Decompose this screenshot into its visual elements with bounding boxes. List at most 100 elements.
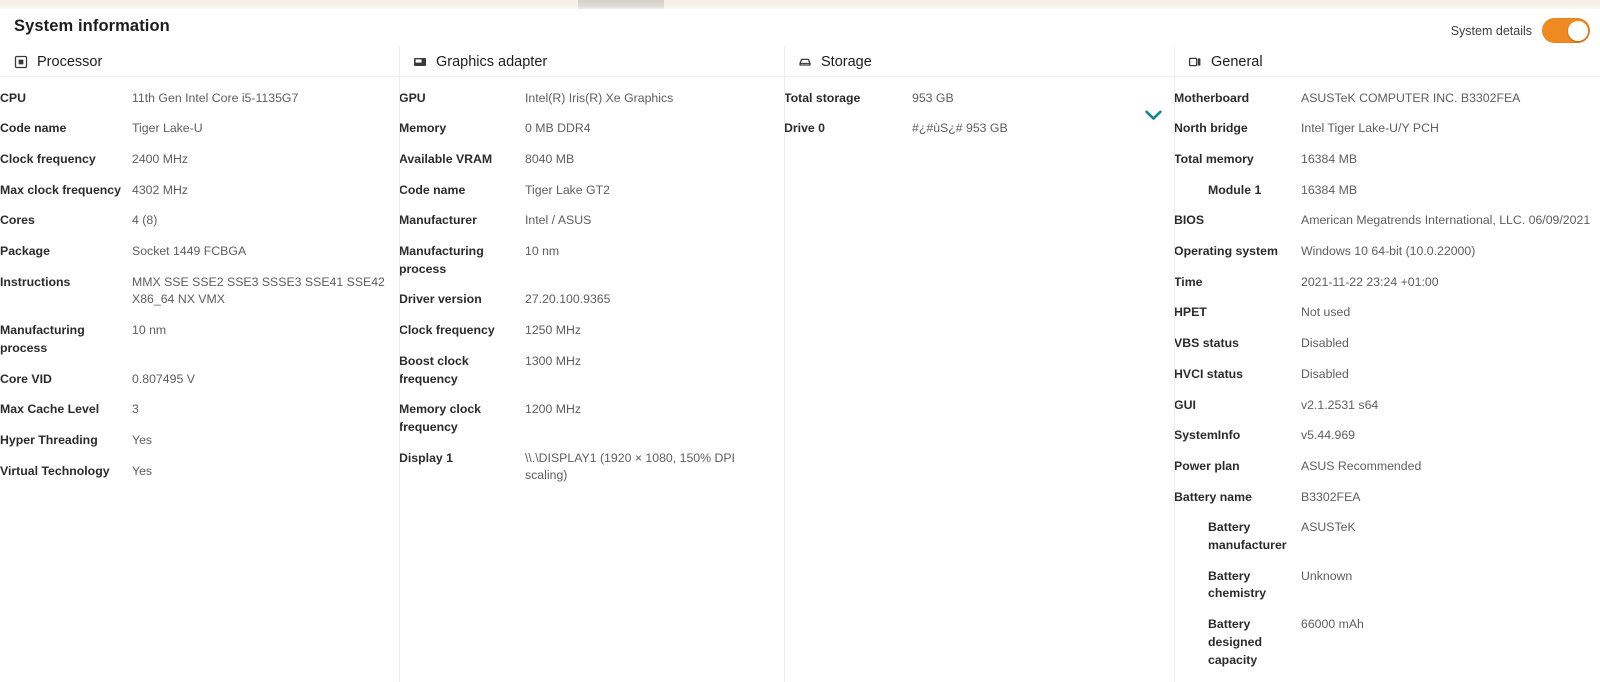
row-key: North bridge	[1174, 121, 1248, 136]
system-details-control[interactable]: System details	[1451, 18, 1590, 43]
row-value: 66000 mAh	[1301, 617, 1364, 632]
row-key: Core VID	[0, 371, 52, 386]
row-key: Operating system	[1174, 244, 1278, 259]
row-key: Driver version	[399, 292, 482, 307]
row-value: 10 nm	[525, 244, 560, 259]
row-value: Disabled	[1301, 366, 1349, 381]
row-value: Intel / ASUS	[525, 213, 592, 228]
table-row: Package Socket 1449 FCBGA	[0, 237, 399, 268]
row-value: Tiger Lake-U	[132, 121, 203, 136]
row-key: Power plan	[1174, 458, 1240, 473]
row-key: Instructions	[0, 274, 71, 289]
sections-container: Processor CPU 11th Gen Intel Core i5-1135…	[0, 47, 1600, 682]
table-row: CPU 11th Gen Intel Core i5-1135G7	[0, 83, 399, 114]
section-title: Storage	[821, 53, 872, 70]
table-row: Available VRAM 8040 MB	[399, 144, 784, 175]
row-key: CPU	[0, 90, 26, 105]
table-row: North bridge Intel Tiger Lake-U/Y PCH	[1174, 114, 1600, 145]
table-row: Cores 4 (8)	[0, 206, 399, 237]
row-key: Display 1	[399, 450, 453, 465]
row-value: 1300 MHz	[525, 353, 582, 368]
window-frame-strip	[0, 0, 1600, 9]
row-key: Cores	[0, 213, 35, 228]
table-row: SystemInfo v5.44.969	[1174, 421, 1600, 452]
row-key: SystemInfo	[1174, 428, 1241, 443]
row-key: Battery designed capacity	[1208, 617, 1262, 667]
row-key: Available VRAM	[399, 151, 493, 166]
general-rows: Motherboard ASUSTeK COMPUTER INC. B3302FE…	[1174, 83, 1600, 682]
chevron-down-icon[interactable]	[1145, 110, 1162, 121]
section-storage: Storage Total storage 953 GB Drive 0 #¿#ùS…	[784, 47, 1174, 682]
row-key: Code name	[0, 121, 67, 136]
table-row: Total storage 953 GB	[784, 83, 1174, 114]
table-row: GPU Intel(R) Iris(R) Xe Graphics	[399, 83, 784, 114]
row-value: #¿#ùS¿# 953 GB	[912, 121, 1008, 136]
table-row: Code name Tiger Lake-U	[0, 114, 399, 145]
row-value: 953 GB	[912, 90, 954, 105]
section-divider	[784, 76, 1174, 77]
column-divider	[399, 47, 400, 682]
system-details-label: System details	[1450, 23, 1532, 38]
table-row: Code name Tiger Lake GT2	[399, 175, 784, 206]
hard-drive-icon	[797, 54, 812, 69]
row-value: Windows 10 64-bit (10.0.22000)	[1301, 244, 1476, 259]
table-row: Operating system Windows 10 64-bit (10.0.…	[1174, 237, 1600, 268]
table-row: Battery manufacturer ASUSTeK	[1174, 513, 1600, 561]
section-header-processor: Processor	[0, 47, 399, 76]
row-value: Not used	[1301, 305, 1351, 320]
window-frame-fragment	[578, 0, 664, 9]
desktop-icon	[1187, 54, 1202, 69]
section-processor: Processor CPU 11th Gen Intel Core i5-1135…	[0, 47, 399, 682]
row-key: Memory clock frequency	[399, 402, 482, 434]
row-value: 65483 mAh	[1301, 676, 1600, 682]
table-row: Manufacturer Intel / ASUS	[399, 206, 784, 237]
row-key: Manufacturing process	[0, 323, 85, 355]
section-divider	[399, 76, 784, 77]
page-header: System information System details	[0, 9, 1600, 45]
row-value: 0.807495 V	[132, 371, 195, 386]
row-key: Manufacturer	[399, 213, 477, 228]
table-row: BIOS American Megatrends International, L…	[1174, 206, 1600, 237]
row-value: 4302 MHz	[132, 182, 189, 197]
row-key: Code name	[399, 182, 466, 197]
system-information-page: System information System details Proces…	[0, 0, 1600, 682]
row-key: Total storage	[784, 90, 861, 105]
section-header-graphics: Graphics adapter	[399, 47, 784, 76]
row-value: 8040 MB	[525, 151, 575, 166]
section-title: General	[1211, 53, 1263, 70]
row-value: v5.44.969	[1301, 428, 1356, 443]
row-key: Clock frequency	[0, 151, 96, 166]
system-details-toggle[interactable]	[1542, 18, 1590, 43]
row-value: Tiger Lake GT2	[525, 182, 610, 197]
table-row: Driver version 27.20.100.9365	[399, 285, 784, 316]
row-value: 16384 MB	[1301, 182, 1358, 197]
table-row: Instructions MMX SSE SSE2 SSE3 SSSE3 SSE4…	[0, 267, 399, 315]
table-row: Time 2021-11-22 23:24 +01:00	[1174, 267, 1600, 298]
section-title: Processor	[37, 53, 103, 70]
table-row: Max clock frequency 4302 MHz	[0, 175, 399, 206]
section-title: Graphics adapter	[436, 53, 548, 70]
row-value: MMX SSE SSE2 SSE3 SSSE3 SSE41 SSE42 X86_…	[132, 274, 385, 307]
row-key: Max clock frequency	[0, 182, 121, 197]
row-value: 10 nm	[132, 323, 167, 338]
row-value: 3	[132, 402, 139, 417]
table-row: HVCI status Disabled	[1174, 359, 1600, 390]
row-value: 27.20.100.9365	[525, 292, 611, 307]
row-value: 2400 MHz	[132, 151, 189, 166]
row-key: VBS status	[1174, 336, 1239, 351]
row-key: Memory	[399, 121, 447, 136]
table-row: Drive 0 #¿#ùS¿# 953 GB	[784, 114, 1174, 145]
row-value: 0 MB DDR4	[525, 121, 591, 136]
section-graphics-adapter: Graphics adapter GPU Intel(R) Iris(R) Xe …	[399, 47, 784, 682]
table-row: Virtual Technology Yes	[0, 456, 399, 487]
row-value: v2.1.2531 s64	[1301, 397, 1379, 412]
table-row: Clock frequency 2400 MHz	[0, 144, 399, 175]
table-row: GUI v2.1.2531 s64	[1174, 390, 1600, 421]
table-row: Battery name B3302FEA	[1174, 482, 1600, 513]
row-value: American Megatrends International, LLC. …	[1301, 213, 1591, 228]
row-key: Motherboard	[1174, 90, 1250, 105]
table-row: Total memory 16384 MB	[1174, 144, 1600, 175]
row-value: \\.\DISPLAY1 (1920 × 1080, 150% DPI scal…	[525, 450, 735, 483]
section-general: General Motherboard ASUSTeK COMPUTER INC.…	[1174, 47, 1600, 682]
table-row: Battery chemistry Unknown	[1174, 561, 1600, 609]
